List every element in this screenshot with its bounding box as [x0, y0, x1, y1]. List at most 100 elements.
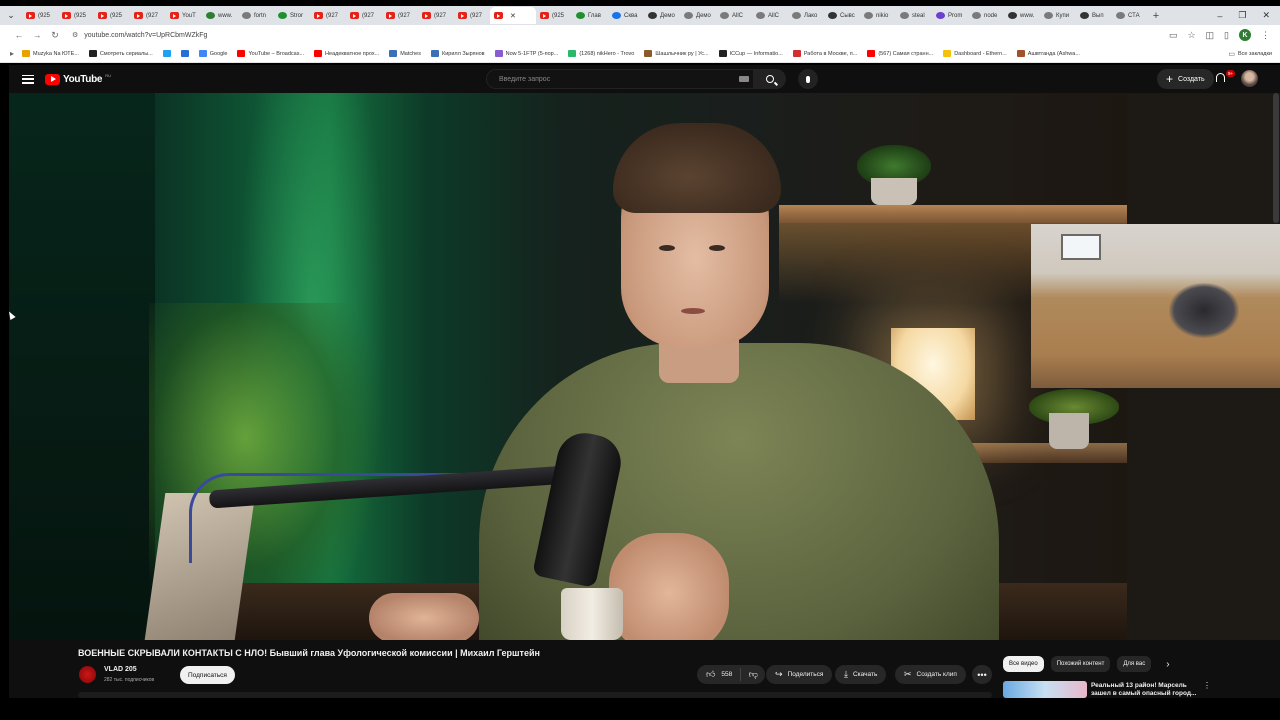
- browser-tab[interactable]: (927: [346, 7, 382, 24]
- tab-label: (927: [146, 12, 159, 19]
- recommendation-thumbnail[interactable]: [1003, 681, 1087, 698]
- channel-name[interactable]: VLAD 205: [104, 666, 137, 673]
- bookmark-item[interactable]: Now 5-1FTP (5-пор...: [494, 50, 558, 57]
- profile-avatar[interactable]: K: [1239, 29, 1251, 41]
- like-button[interactable]: 👍︎ 558: [706, 668, 742, 681]
- chip-all-videos[interactable]: Все видео: [1003, 656, 1044, 672]
- recommendation-menu-icon[interactable]: ⋮: [1203, 681, 1211, 690]
- bookmark-star-icon[interactable]: ☆: [1187, 30, 1195, 41]
- browser-tab[interactable]: (925: [58, 7, 94, 24]
- browser-tab[interactable]: (927: [382, 7, 418, 24]
- channel-avatar[interactable]: [79, 666, 96, 683]
- share-icon: ↪: [775, 669, 783, 679]
- bookmark-item[interactable]: ICCup — Informatio...: [718, 50, 783, 57]
- bookmark-item[interactable]: [180, 50, 189, 57]
- bookmark-item[interactable]: Matches: [389, 50, 421, 57]
- new-tab-button[interactable]: +: [1148, 10, 1164, 22]
- browser-tab[interactable]: (927: [454, 7, 490, 24]
- bookmark-item[interactable]: Смотреть сериалы...: [88, 50, 153, 57]
- browser-tab[interactable]: node: [968, 7, 1004, 24]
- bookmark-item[interactable]: (1268) nikHero - Trovo: [568, 50, 634, 57]
- tab-label: Stror: [290, 12, 304, 19]
- bookmark-item[interactable]: Muzyka Na ЮТЕ...: [22, 50, 79, 57]
- recommendation-title[interactable]: Реальный 13 район! Марсель зашел в самый…: [1091, 682, 1201, 698]
- maximize-button[interactable]: ❐: [1238, 10, 1246, 21]
- browser-tab[interactable]: (925: [536, 7, 572, 24]
- share-button[interactable]: ↪ Поделиться: [766, 665, 833, 684]
- bookmark-item[interactable]: Ашвтганда (Ashwa...: [1016, 50, 1080, 57]
- browser-menu-icon[interactable]: ⋮: [1261, 30, 1270, 41]
- bookmark-item[interactable]: Dashboard - Ethern...: [943, 50, 1007, 57]
- browser-tab[interactable]: fortn: [238, 7, 274, 24]
- forward-icon[interactable]: →: [28, 30, 46, 40]
- browser-tab[interactable]: (927: [418, 7, 454, 24]
- tab-label: Вып: [1092, 12, 1104, 19]
- video-player[interactable]: [9, 93, 1280, 640]
- browser-tab[interactable]: Сква: [608, 7, 644, 24]
- minimize-button[interactable]: –: [1217, 11, 1222, 21]
- tabs: (925 (925 (925 (927 YouT www. fortn Stror (927 (9…: [22, 7, 1148, 24]
- browser-tab[interactable]: www.: [1004, 7, 1040, 24]
- browser-tab[interactable]: (925: [94, 7, 130, 24]
- keyboard-icon[interactable]: [739, 76, 749, 82]
- all-bookmarks[interactable]: ▭ Все закладки: [1228, 50, 1280, 58]
- back-icon[interactable]: ←: [10, 30, 28, 40]
- guide-menu-icon[interactable]: [22, 74, 34, 84]
- bookmark-item[interactable]: Google: [198, 50, 227, 57]
- browser-tab[interactable]: steal: [896, 7, 932, 24]
- install-app-icon[interactable]: ▭: [1169, 30, 1178, 41]
- site-info-icon[interactable]: ⚙: [72, 31, 78, 39]
- browser-tab[interactable]: nikio: [860, 7, 896, 24]
- browser-tab[interactable]: Вып: [1076, 7, 1112, 24]
- browser-tab[interactable]: (927: [130, 7, 166, 24]
- apps-grid-icon[interactable]: ▸: [10, 49, 14, 58]
- browser-tab[interactable]: Prom: [932, 7, 968, 24]
- search-button[interactable]: [754, 69, 786, 89]
- browser-tab[interactable]: Лако: [788, 7, 824, 24]
- subscribe-button[interactable]: Подписаться: [180, 666, 235, 684]
- browser-tab[interactable]: СТА: [1112, 7, 1148, 24]
- bookmark-item[interactable]: Кирилл Зырянов: [430, 50, 485, 57]
- side-panel-icon[interactable]: ▯: [1224, 30, 1229, 41]
- browser-tab[interactable]: Демо: [680, 7, 716, 24]
- browser-tab[interactable]: AllC: [752, 7, 788, 24]
- bookmark-item[interactable]: YouTube – Broadcas...: [237, 50, 304, 57]
- clip-button[interactable]: ✂ Создать клип: [895, 665, 966, 684]
- tab-search-chevron-icon[interactable]: ⌄: [0, 6, 22, 25]
- bookmark-item[interactable]: Работа в Москве, п...: [792, 50, 857, 57]
- bookmark-item[interactable]: [162, 50, 171, 57]
- browser-tab[interactable]: YouT: [166, 7, 202, 24]
- chip-related[interactable]: Похожий контент: [1050, 656, 1111, 672]
- tab-label: steal: [912, 12, 925, 19]
- browser-tab[interactable]: Глав: [572, 7, 608, 24]
- account-avatar[interactable]: [1241, 70, 1258, 87]
- browser-tab[interactable]: Демо: [644, 7, 680, 24]
- extensions-icon[interactable]: ◫: [1206, 30, 1215, 41]
- address-bar[interactable]: ⚙ youtube.com/watch?v=UpRCbmWZkFg: [68, 27, 1169, 43]
- youtube-logo[interactable]: YouTube RU: [45, 73, 111, 85]
- browser-tab[interactable]: (925: [22, 7, 58, 24]
- close-window-button[interactable]: ✕: [1262, 10, 1270, 21]
- chevron-right-icon[interactable]: ›: [1166, 659, 1169, 670]
- reload-icon[interactable]: ↻: [46, 30, 64, 41]
- browser-tab[interactable]: www.: [202, 7, 238, 24]
- tab-close-icon[interactable]: ✕: [510, 12, 516, 20]
- create-button[interactable]: + Создать: [1157, 69, 1214, 89]
- bookmark-item[interactable]: Шашлычник ру | Ус...: [644, 50, 709, 57]
- browser-tab[interactable]: (927: [310, 7, 346, 24]
- bookmark-item[interactable]: Неадекватное прох...: [314, 50, 379, 57]
- voice-search-button[interactable]: [798, 69, 818, 89]
- youtube-masthead: YouTube RU Введите запрос + Создать 9+: [9, 65, 1280, 93]
- chip-for-you[interactable]: Для вас: [1117, 656, 1152, 672]
- browser-tab[interactable]: Stror: [274, 7, 310, 24]
- browser-tab[interactable]: Купи: [1040, 7, 1076, 24]
- download-button[interactable]: ⤓ Скачать: [835, 665, 887, 684]
- more-actions-button[interactable]: •••: [972, 665, 992, 684]
- dislike-button[interactable]: 👎︎: [741, 670, 765, 679]
- browser-tab[interactable]: AllC: [716, 7, 752, 24]
- page-scrollbar[interactable]: [1273, 93, 1279, 223]
- browser-tab[interactable]: Сывс: [824, 7, 860, 24]
- browser-tab[interactable]: ✕: [490, 7, 536, 24]
- search-input[interactable]: Введите запрос: [486, 69, 754, 89]
- bookmark-item[interactable]: (567) Самая странн...: [867, 50, 933, 57]
